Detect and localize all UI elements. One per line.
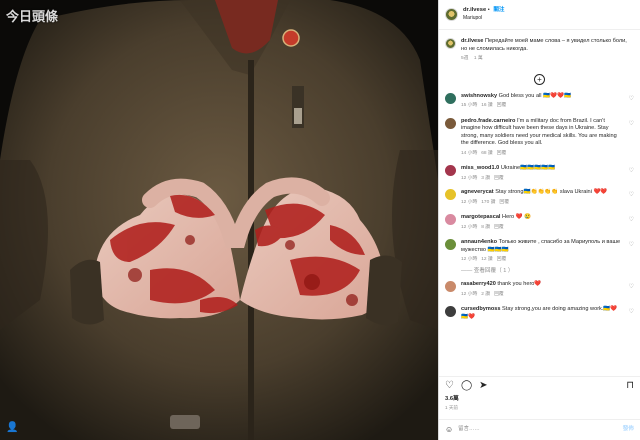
- comment-item: pedro.frade.carneiro I'm a military doc …: [445, 117, 634, 158]
- commenter-username[interactable]: cursedbymoss: [461, 306, 500, 312]
- comment-time: 12 小時: [461, 291, 478, 297]
- comment-likes[interactable]: 2 讚: [481, 292, 490, 297]
- comment-text: God bless you all 🇺🇦❤️❤️🇺🇦: [498, 92, 571, 99]
- comment-likes[interactable]: 3 讚: [481, 176, 490, 181]
- comment-time: 12 小時: [461, 175, 478, 181]
- comment-likes[interactable]: 170 讚: [481, 200, 495, 205]
- commenter-username[interactable]: annaun4enko: [461, 239, 497, 245]
- comment-likes[interactable]: 8 讚: [481, 225, 490, 230]
- comment-heart-icon[interactable]: ♡: [629, 308, 634, 316]
- commenter-avatar[interactable]: [445, 281, 456, 293]
- commenter-username[interactable]: pedro.frade.carneiro: [461, 118, 515, 124]
- comment-reply[interactable]: 回覆: [497, 151, 507, 156]
- commenter-username[interactable]: agneverycat: [461, 189, 494, 195]
- caption-text: Передайте моей маме слова – я увидел сто…: [461, 38, 627, 52]
- caption-likes: 1 萬: [473, 56, 483, 62]
- commenter-username[interactable]: miss_wood1.0: [461, 165, 499, 171]
- comment-time: 12 小時: [461, 257, 478, 263]
- add-comment-bar: ☺ 留言…… 發佈: [439, 419, 640, 440]
- comment-item: swishnowsky God bless you all 🇺🇦❤️❤️🇺🇦 15…: [445, 92, 634, 110]
- comment-item: margotepascal Hero ❤️ 😢 12 小時 8 讚回覆 ♡: [445, 214, 634, 231]
- comment-text: thank you hero❤️: [497, 281, 542, 288]
- comment-time: 12 小時: [461, 199, 478, 205]
- comment-heart-icon[interactable]: ♡: [629, 95, 634, 103]
- comment-heart-icon[interactable]: ♡: [629, 241, 634, 249]
- view-replies-label[interactable]: —— 查看回覆（ 1 ）: [461, 268, 514, 274]
- bookmark-icon[interactable]: ⊓: [626, 380, 634, 391]
- post-location[interactable]: Mariupol: [463, 15, 505, 22]
- commenter-username[interactable]: rasaberry420: [461, 281, 496, 287]
- comment-item: rasaberry420 thank you hero❤️ 12 小時 2 讚回覆 ♡: [445, 281, 634, 298]
- post-comment-button[interactable]: 發佈: [623, 426, 634, 434]
- heart-icon[interactable]: ♡: [445, 380, 454, 391]
- comment-reply[interactable]: 回覆: [494, 225, 504, 230]
- comment-heart-icon[interactable]: ♡: [629, 216, 634, 224]
- view-replies-link[interactable]: —— 查看回覆（ 1 ）: [445, 268, 634, 276]
- load-more-comments-icon[interactable]: +: [534, 73, 545, 85]
- photo-illustration: [0, 0, 438, 440]
- post-photo[interactable]: 今日頭條 👤: [0, 0, 438, 440]
- comment-heart-icon[interactable]: ♡: [629, 120, 634, 128]
- comment-heart-icon[interactable]: ♡: [629, 191, 634, 199]
- emoji-icon[interactable]: ☺: [445, 425, 453, 436]
- comment-reply[interactable]: 回覆: [499, 200, 509, 205]
- watermark-text: 今日頭條: [6, 10, 59, 25]
- author-avatar[interactable]: [445, 8, 458, 21]
- action-bar: ♡ ◯ ➤ ⊓: [439, 376, 640, 394]
- comment-list: swishnowsky God bless you all 🇺🇦❤️❤️🇺🇦 15…: [439, 92, 640, 322]
- comment-likes[interactable]: 68 讚: [481, 151, 492, 156]
- comment-text: Ukraine🇺🇦🇺🇦🇺🇦🇺🇦🇺🇦: [500, 165, 555, 172]
- comment-time: 12 小時: [461, 224, 478, 230]
- caption-time: 5週: [461, 56, 469, 62]
- comment-item: annaun4enko Только живите , спасибо за М…: [445, 239, 634, 264]
- post-age: 1 天前: [445, 405, 459, 410]
- comment-icon[interactable]: ◯: [461, 380, 472, 391]
- commenter-avatar[interactable]: [445, 189, 456, 201]
- comment-likes[interactable]: 16 讚: [481, 103, 492, 108]
- caption-username[interactable]: dr.ilvese: [461, 38, 483, 44]
- post-caption: dr.ilvese Передайте моей маме слова – я …: [439, 30, 640, 65]
- comment-time: 15 小時: [461, 103, 478, 109]
- comment-input[interactable]: 留言……: [458, 426, 623, 433]
- caption-avatar[interactable]: [445, 38, 456, 49]
- post-header: dr.ilvese • 關注 Mariupol: [439, 0, 640, 30]
- commenter-avatar[interactable]: [445, 165, 456, 177]
- commenter-avatar[interactable]: [445, 306, 456, 318]
- follow-button[interactable]: 關注: [493, 7, 504, 13]
- comment-text: Stay strong🇺🇦👏👏👏👏 slava Ukraini ❤️❤️: [495, 189, 608, 196]
- commenter-avatar[interactable]: [445, 214, 456, 226]
- post-sidebar: dr.ilvese • 關注 Mariupol dr.ilvese Переда…: [438, 0, 640, 440]
- comment-item: miss_wood1.0 Ukraine🇺🇦🇺🇦🇺🇦🇺🇦🇺🇦 12 小時 3 讚回覆…: [445, 165, 634, 182]
- comment-reply[interactable]: 回覆: [497, 103, 507, 108]
- separator-dot: •: [487, 7, 490, 14]
- comment-text: Hero ❤️ 😢: [502, 214, 532, 221]
- commenter-username[interactable]: margotepascal: [461, 214, 500, 220]
- commenter-avatar[interactable]: [445, 92, 456, 104]
- share-icon[interactable]: ➤: [479, 380, 487, 391]
- comment-time: 14 小時: [461, 150, 478, 156]
- comment-heart-icon[interactable]: ♡: [629, 167, 634, 175]
- commenter-avatar[interactable]: [445, 117, 456, 129]
- commenter-avatar[interactable]: [445, 239, 456, 251]
- comment-reply[interactable]: 回覆: [494, 176, 504, 181]
- comment-reply[interactable]: 回覆: [494, 292, 504, 297]
- comment-heart-icon[interactable]: ♡: [629, 283, 634, 291]
- comment-item: cursedbymoss Stay strong,you are doing a…: [445, 306, 634, 321]
- comment-reply[interactable]: 回覆: [497, 257, 507, 262]
- comment-likes[interactable]: 12 讚: [481, 257, 492, 262]
- commenter-username[interactable]: swishnowsky: [461, 93, 497, 99]
- person-icon[interactable]: 👤: [6, 422, 18, 434]
- likes-count[interactable]: 3.6萬: [445, 396, 459, 404]
- author-username[interactable]: dr.ilvese: [463, 7, 486, 13]
- comment-item: agneverycat Stay strong🇺🇦👏👏👏👏 slava Ukra…: [445, 189, 634, 206]
